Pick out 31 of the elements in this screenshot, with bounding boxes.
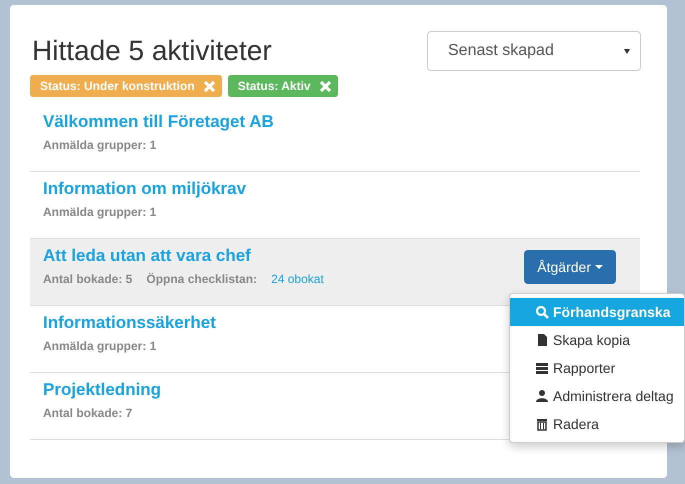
caret-icon [624,48,630,54]
user-icon [535,389,549,403]
trash-icon [535,417,549,431]
menu-item[interactable]: Förhandsgranska [510,298,684,326]
activity-title[interactable]: Välkommen till Företaget AB [43,112,274,132]
activity-title[interactable]: Information om miljökrav [43,179,246,199]
activity-info: Antal bokade: 5 [43,272,132,286]
activity-info: Öppna checklistan: [146,272,258,286]
checklist-link[interactable]: 24 obokat [271,272,324,286]
activity-info: Anmälda grupper: 1 [43,339,156,353]
activity-info: Anmälda grupper: 1 [43,205,156,219]
search-icon [535,305,549,319]
menu-item[interactable]: Rapporter [510,354,684,382]
sort-select[interactable]: Senast skapad [427,31,641,71]
activity-title[interactable]: Informationssäkerhet [43,313,216,333]
menu-item[interactable]: Administrera deltag [510,382,684,410]
activity-info: Antal bokade: 7 [43,406,132,420]
remove-icon[interactable] [318,80,332,92]
list-icon [535,361,549,375]
filter-tag[interactable]: Status: Aktiv [228,75,338,97]
remove-icon[interactable] [202,80,216,92]
file-icon [535,333,549,347]
activity-title[interactable]: Att leda utan att vara chef [43,246,251,266]
page-heading: Hittade 5 aktiviteter [32,34,272,67]
menu-item[interactable]: Skapa kopia [510,326,684,354]
actions-button[interactable]: Åtgärder [524,250,616,284]
activity-title[interactable]: Projektledning [43,380,162,400]
caret-icon [595,265,603,269]
activity-info: Anmälda grupper: 1 [43,138,156,152]
menu-item[interactable]: Radera [510,410,684,438]
filter-tag[interactable]: Status: Under konstruktion [30,75,222,97]
